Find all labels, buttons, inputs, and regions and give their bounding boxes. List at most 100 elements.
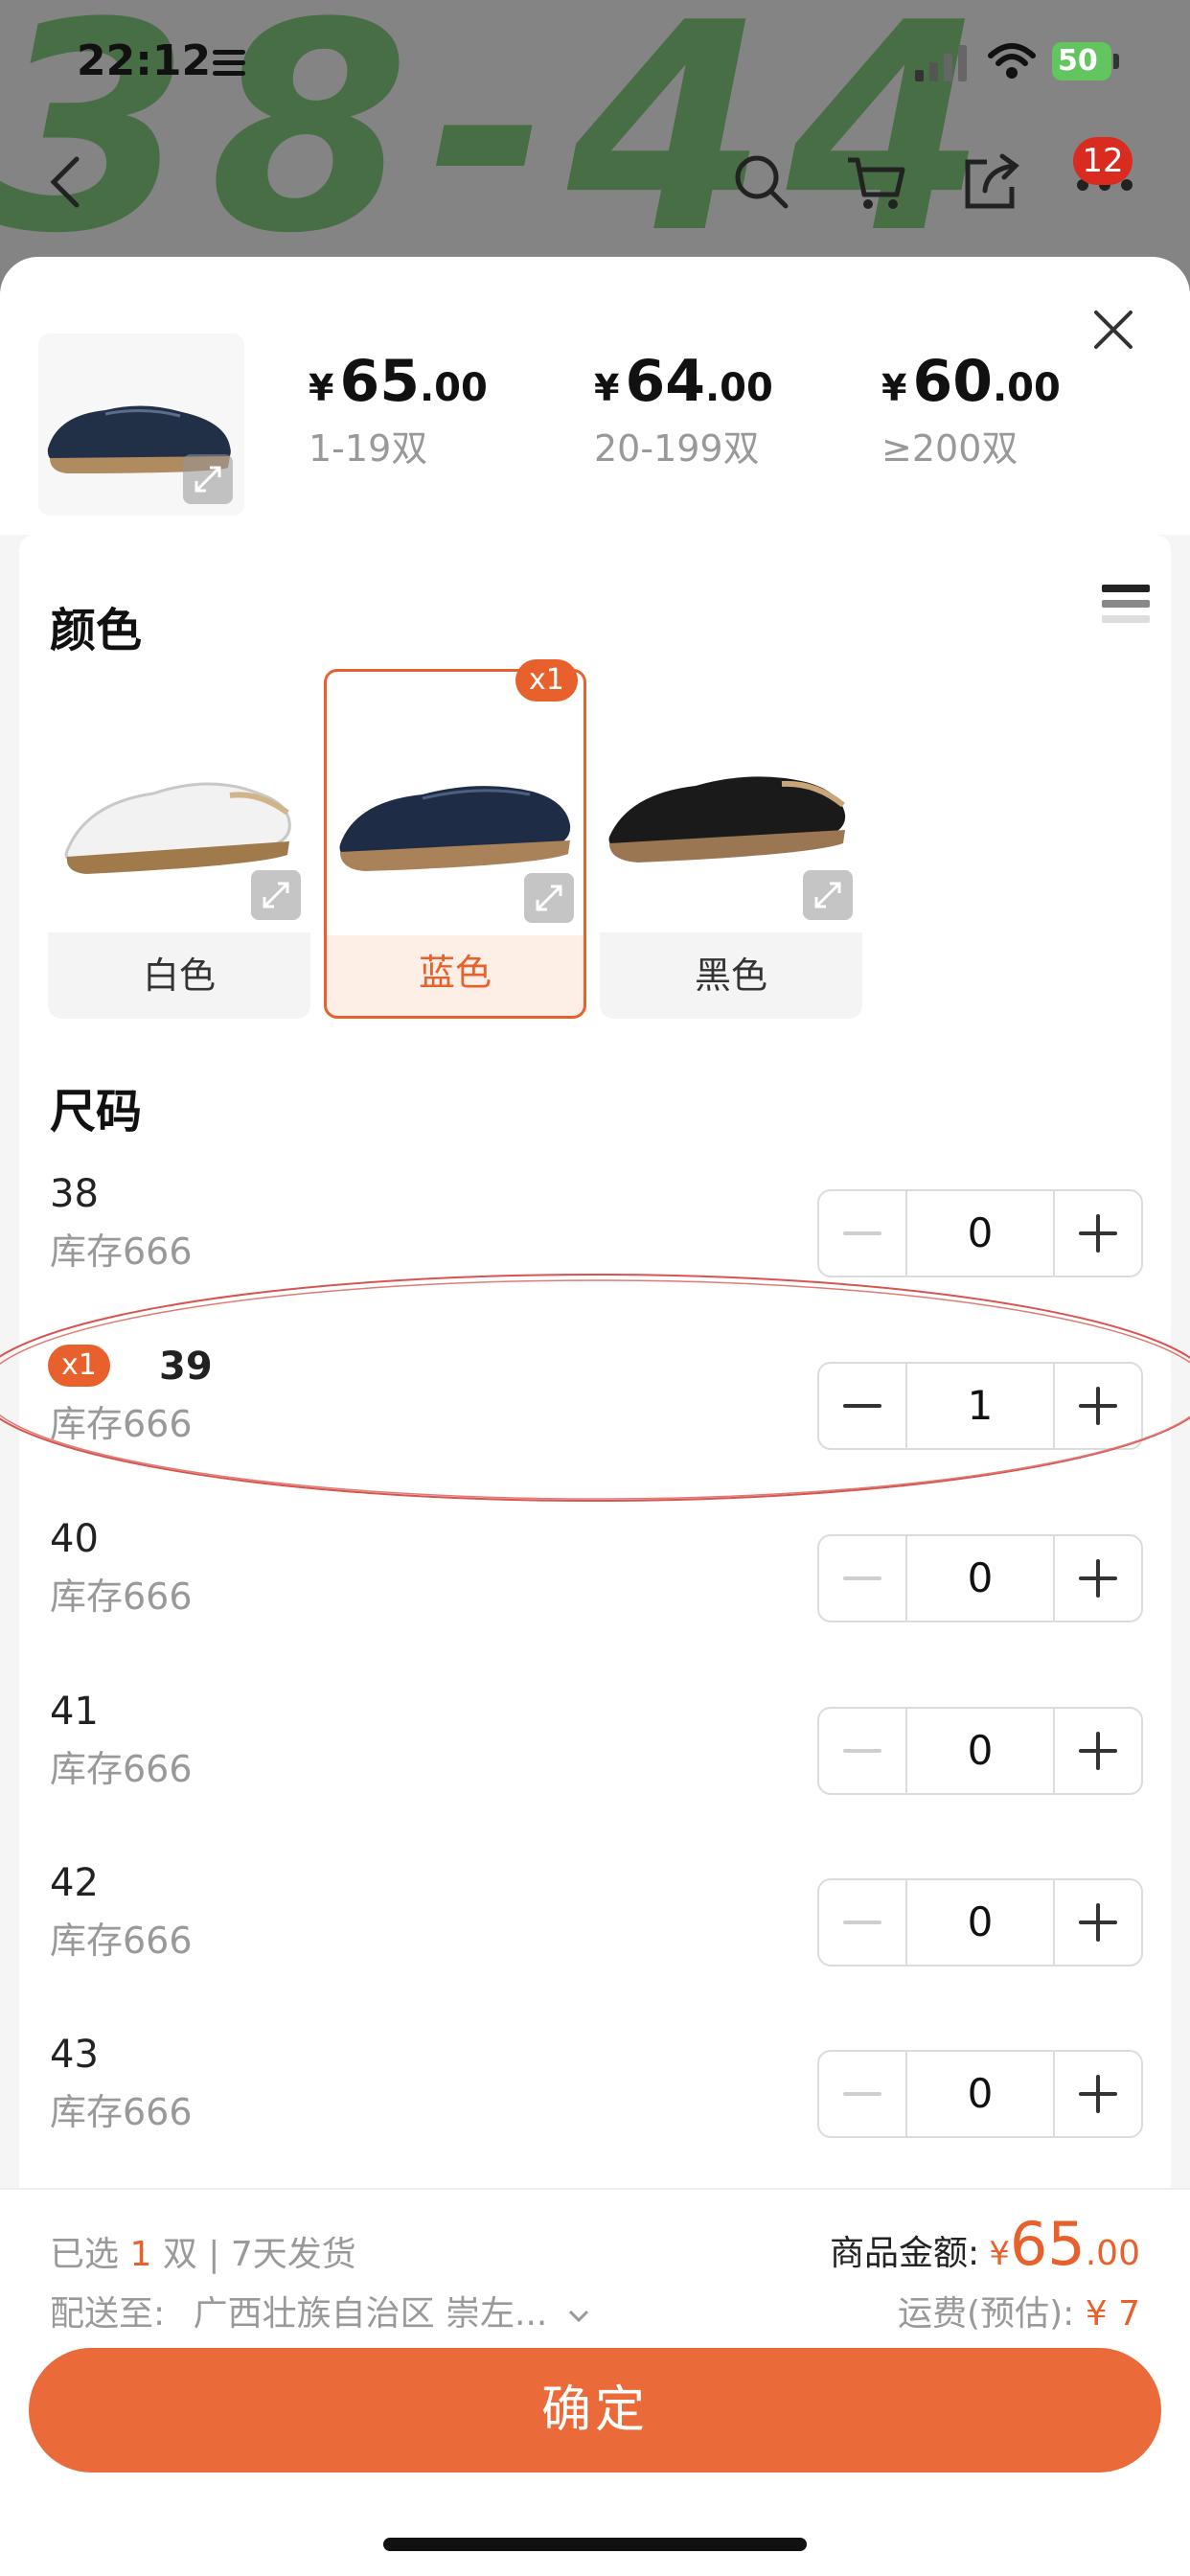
minus-icon[interactable]: [819, 1709, 907, 1793]
color-option-label: 白色: [142, 954, 216, 997]
share-icon[interactable]: [958, 149, 1025, 216]
color-option-label: 黑色: [694, 954, 767, 997]
stock-label: 库存666: [50, 2091, 193, 2133]
fee-label: 运费(预估):: [898, 2294, 1075, 2334]
price-tier-3: ¥60.00 ≥200双: [881, 348, 1061, 472]
size-label: 40: [50, 1517, 99, 1561]
plus-icon[interactable]: [1053, 1364, 1141, 1448]
quantity-stepper: 1: [817, 1362, 1143, 1450]
sheet-header: ¥65.00 1-19双 ¥64.00 20-199双 ¥60.00 ≥200双: [0, 257, 1190, 535]
minus-icon[interactable]: [819, 2052, 907, 2136]
background-product-page: 38-44 22:12 50 12: [0, 0, 1190, 288]
stock-label: 库存666: [50, 1403, 193, 1445]
minus-icon[interactable]: [819, 1364, 907, 1448]
size-row: 40 库存666 0: [19, 1517, 1171, 1661]
quantity-value[interactable]: 0: [907, 1880, 1053, 1965]
price-currency: ¥: [309, 367, 334, 409]
color-section-title: 颜色: [50, 604, 143, 657]
wifi-icon: [988, 43, 1036, 79]
price-decimal: .00: [992, 366, 1061, 410]
plus-icon[interactable]: [1053, 1191, 1141, 1276]
selected-prefix: 已选: [50, 2235, 120, 2274]
minus-icon[interactable]: [819, 1191, 907, 1276]
signal-icon: [915, 45, 967, 81]
size-row: 42 库存666 0: [19, 1861, 1171, 2005]
plus-icon[interactable]: [1053, 1880, 1141, 1965]
stock-label: 库存666: [50, 1576, 193, 1618]
options-panel: 颜色 白色 蓝色 x1 黑色 尺码 38 库存666 0 x1 39 库存666…: [19, 535, 1171, 2188]
price-range: ≥200双: [881, 427, 1018, 470]
shipping-fee: 运费(预估): ¥ 7: [898, 2286, 1140, 2335]
amount-integer: 65: [1009, 2209, 1086, 2279]
back-icon[interactable]: [46, 153, 84, 211]
quantity-stepper: 0: [817, 2050, 1143, 2138]
order-summary-footer: 已选 1 双 | 7天发货 配送至: 广西壮族自治区 崇左... 商品金额: ¥6…: [0, 2188, 1190, 2576]
search-icon[interactable]: [728, 149, 795, 216]
quantity-stepper: 0: [817, 1189, 1143, 1277]
size-row: 43 库存666 0: [19, 2033, 1171, 2176]
price-range: 1-19双: [309, 427, 428, 470]
selected-summary: 已选 1 双 | 7天发货: [50, 2226, 356, 2276]
fee-value: ¥ 7: [1085, 2294, 1140, 2334]
minus-icon[interactable]: [819, 1880, 907, 1965]
battery-cap: [1113, 54, 1119, 69]
expand-icon[interactable]: [251, 870, 301, 920]
expand-icon[interactable]: [183, 454, 233, 504]
price-currency: ¥: [594, 367, 620, 409]
shipping-address[interactable]: 配送至: 广西壮族自治区 崇左...: [50, 2286, 591, 2335]
price-currency: ¥: [881, 367, 907, 409]
color-option-label: 蓝色: [418, 952, 492, 994]
stock-label: 库存666: [50, 1748, 193, 1790]
chevron-down-icon: [568, 2310, 588, 2323]
price-tier-2: ¥64.00 20-199双: [594, 348, 773, 472]
stock-label: 库存666: [50, 1920, 193, 1962]
minus-icon[interactable]: [819, 1536, 907, 1621]
stock-label: 库存666: [50, 1230, 193, 1273]
quantity-value[interactable]: 0: [907, 1536, 1053, 1621]
price-tier-1: ¥65.00 1-19双: [309, 348, 488, 472]
battery-level: 50: [1052, 42, 1111, 80]
ship-label: 配送至:: [50, 2294, 166, 2334]
color-option-black[interactable]: 黑色: [600, 669, 862, 1019]
size-row: 38 库存666 0: [19, 1172, 1171, 1316]
amount-currency: ¥: [989, 2235, 1010, 2273]
color-option-blue[interactable]: 蓝色: [324, 669, 586, 1019]
size-label: 41: [50, 1690, 99, 1734]
quantity-stepper: 0: [817, 1534, 1143, 1622]
amount-decimal: .00: [1085, 2234, 1140, 2273]
quantity-value[interactable]: 0: [907, 1191, 1053, 1276]
plus-icon[interactable]: [1053, 1536, 1141, 1621]
size-count-badge: x1: [48, 1345, 110, 1387]
quantity-value[interactable]: 0: [907, 2052, 1053, 2136]
confirm-button[interactable]: 确定: [29, 2348, 1161, 2472]
status-time: 22:12: [77, 36, 212, 85]
color-option-white[interactable]: 白色: [48, 669, 310, 1019]
expand-icon[interactable]: [524, 873, 574, 923]
list-view-icon[interactable]: [1102, 585, 1150, 634]
status-list-icon: [213, 50, 245, 81]
goods-amount: 商品金额: ¥65.00: [830, 2209, 1140, 2279]
sku-selector-sheet: ¥65.00 1-19双 ¥64.00 20-199双 ¥60.00 ≥200双…: [0, 257, 1190, 2576]
expand-icon[interactable]: [803, 870, 853, 920]
quantity-value[interactable]: 0: [907, 1709, 1053, 1793]
price-decimal: .00: [419, 366, 488, 410]
plus-icon[interactable]: [1053, 1709, 1141, 1793]
close-icon[interactable]: [1088, 305, 1138, 355]
quantity-value[interactable]: 1: [907, 1364, 1053, 1448]
size-row: 41 库存666 0: [19, 1690, 1171, 1833]
plus-icon[interactable]: [1053, 2052, 1141, 2136]
size-section-title: 尺码: [50, 1085, 143, 1138]
selected-suffix: 双 | 7天发货: [162, 2235, 356, 2274]
size-label: 38: [50, 1172, 99, 1216]
price-integer: 65: [339, 348, 420, 415]
selected-count: 1: [129, 2235, 152, 2274]
quantity-stepper: 0: [817, 1878, 1143, 1966]
quantity-stepper: 0: [817, 1707, 1143, 1795]
size-label: 42: [50, 1861, 99, 1905]
size-row-selected: x1 39 库存666 1: [19, 1345, 1171, 1488]
cart-icon[interactable]: [843, 149, 910, 216]
price-integer: 60: [912, 348, 993, 415]
size-label: 43: [50, 2033, 99, 2077]
product-thumbnail[interactable]: [38, 334, 244, 516]
price-integer: 64: [625, 348, 705, 415]
